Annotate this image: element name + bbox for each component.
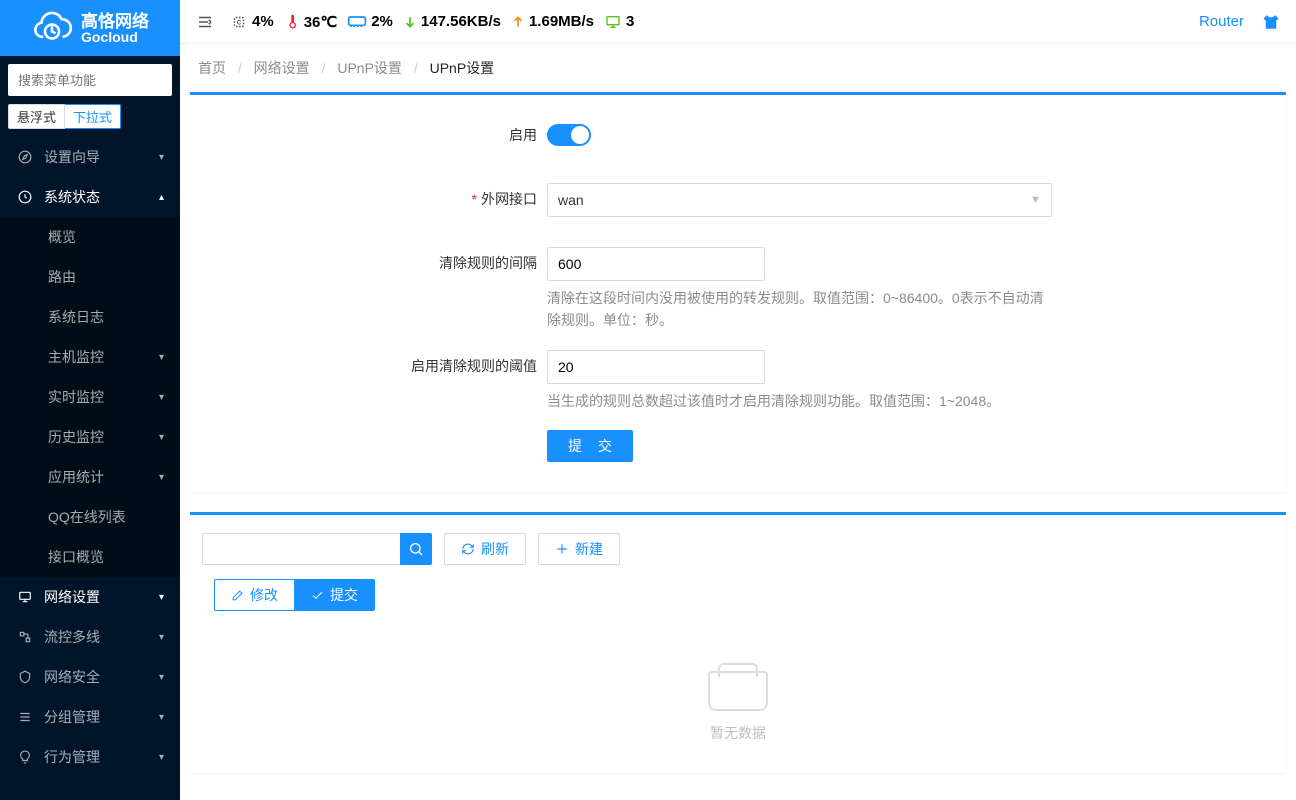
menu-network-settings[interactable]: 网络设置 ▾: [0, 577, 180, 617]
menu-host-monitor[interactable]: 主机监控▾: [0, 337, 180, 377]
threshold-input-wrap: [547, 350, 765, 384]
threshold-help: 当生成的规则总数超过该值时才启用清除规则功能。取值范围：1~2048。: [547, 390, 1057, 412]
router-link[interactable]: Router: [1199, 13, 1244, 30]
header-stats: C 4% 36℃ 2% 147.56KB/s 1.69MB/s: [230, 13, 634, 31]
mode-float[interactable]: 悬浮式: [8, 104, 65, 129]
new-button[interactable]: 新建: [538, 533, 620, 565]
sidebar-toggle[interactable]: [196, 13, 214, 31]
menu-overview[interactable]: 概览: [0, 217, 180, 257]
chevron-down-icon: ▾: [159, 392, 164, 403]
menu-app-stats[interactable]: 应用统计▾: [0, 457, 180, 497]
main: C 4% 36℃ 2% 147.56KB/s 1.69MB/s: [180, 0, 1296, 800]
edit-button[interactable]: 修改: [214, 579, 294, 611]
rules-search-input[interactable]: [202, 533, 400, 565]
rules-search-button[interactable]: [400, 533, 432, 565]
rules-card: 刷新 新建 修改 提交: [190, 512, 1286, 773]
menu-flow-control[interactable]: 流控多线 ▾: [0, 617, 180, 657]
menu-qq-online[interactable]: QQ在线列表: [0, 497, 180, 537]
wan-label: 外网接口: [481, 191, 537, 207]
cpu-icon: C: [230, 13, 248, 31]
chevron-down-icon: ▾: [159, 672, 164, 683]
dashboard-icon: [16, 190, 34, 204]
crumb-upnp[interactable]: UPnP设置: [337, 60, 402, 76]
threshold-input[interactable]: [558, 359, 754, 375]
arrow-up-icon: [511, 14, 525, 30]
menu-search-input[interactable]: [8, 64, 180, 96]
chevron-down-icon: ▾: [159, 472, 164, 483]
chevron-down-icon: ▾: [159, 152, 164, 163]
interval-label: 清除规则的间隔: [202, 247, 547, 273]
chevron-down-icon: ▼: [1030, 194, 1041, 206]
compass-icon: [16, 150, 34, 164]
menu-behavior-management[interactable]: 行为管理 ▾: [0, 737, 180, 777]
enable-switch[interactable]: [547, 124, 591, 146]
chevron-down-icon: ▾: [159, 752, 164, 763]
chevron-down-icon: ▾: [159, 592, 164, 603]
chevron-up-icon: ▴: [159, 192, 164, 203]
stat-hosts: 3: [604, 13, 634, 30]
logo-icon: [31, 7, 73, 49]
menu-search[interactable]: [8, 64, 172, 96]
mode-dropdown[interactable]: 下拉式: [65, 104, 121, 129]
menu-syslog[interactable]: 系统日志: [0, 297, 180, 337]
interval-input-wrap: [547, 247, 765, 281]
enable-label: 启用: [202, 119, 547, 145]
menu-route[interactable]: 路由: [0, 257, 180, 297]
svg-text:C: C: [237, 20, 242, 26]
logo-en: Gocloud: [81, 30, 149, 44]
main-menu: 设置向导 ▾ 系统状态 ▴ 概览 路由 系统日志 主机监控▾ 实时监控▾ 历史监…: [0, 137, 180, 800]
thermometer-icon: [284, 13, 300, 31]
logo-cn: 高恪网络: [81, 13, 149, 30]
crumb-current: UPnP设置: [430, 60, 495, 76]
plus-icon: [555, 542, 569, 556]
menu-realtime-monitor[interactable]: 实时监控▾: [0, 377, 180, 417]
flow-icon: [16, 630, 34, 644]
menu-group-management[interactable]: 分组管理 ▾: [0, 697, 180, 737]
memory-icon: [347, 14, 367, 30]
empty-text: 暂无数据: [202, 723, 1274, 743]
stat-temp: 36℃: [284, 13, 338, 31]
stat-cpu: C 4%: [230, 13, 274, 31]
mode-tabs: 悬浮式 下拉式: [0, 104, 180, 137]
breadcrumb: 首页 / 网络设置 / UPnP设置 / UPnP设置: [180, 44, 1296, 92]
chevron-down-icon: ▾: [159, 632, 164, 643]
empty-state: 暂无数据: [202, 611, 1274, 763]
stat-mem: 2%: [347, 13, 393, 30]
monitor-icon: [604, 14, 622, 30]
chevron-down-icon: ▾: [159, 712, 164, 723]
desktop-icon: [16, 590, 34, 604]
stat-download: 147.56KB/s: [403, 13, 501, 30]
crumb-home[interactable]: 首页: [198, 60, 226, 76]
logo[interactable]: 高恪网络 Gocloud: [0, 0, 180, 56]
theme-icon[interactable]: [1262, 13, 1280, 31]
header: C 4% 36℃ 2% 147.56KB/s 1.69MB/s: [180, 0, 1296, 44]
menu-network-security[interactable]: 网络安全 ▾: [0, 657, 180, 697]
menu-history-monitor[interactable]: 历史监控▾: [0, 417, 180, 457]
menu-system-status[interactable]: 系统状态 ▴: [0, 177, 180, 217]
shield-icon: [16, 670, 34, 684]
interval-input[interactable]: [558, 256, 754, 272]
empty-box-icon: [708, 671, 768, 711]
refresh-button[interactable]: 刷新: [444, 533, 526, 565]
arrow-down-icon: [403, 14, 417, 30]
submit-button[interactable]: 提 交: [547, 430, 633, 462]
chevron-down-icon: ▾: [159, 352, 164, 363]
bulb-icon: [16, 750, 34, 764]
chevron-down-icon: ▾: [159, 432, 164, 443]
wan-select[interactable]: wan ▼: [547, 183, 1052, 217]
edit-icon: [231, 589, 244, 602]
refresh-icon: [461, 542, 475, 556]
menu-if-overview[interactable]: 接口概览: [0, 537, 180, 577]
check-icon: [311, 589, 324, 602]
interval-help: 清除在这段时间内没用被使用的转发规则。取值范围：0~86400。0表示不自动清除…: [547, 287, 1057, 332]
crumb-net[interactable]: 网络设置: [254, 60, 310, 76]
upnp-settings-card: 启用 *外网接口 wan ▼: [190, 92, 1286, 492]
menu-setup-wizard[interactable]: 设置向导 ▾: [0, 137, 180, 177]
threshold-label: 启用清除规则的阈值: [202, 350, 547, 376]
rules-toolbar: 刷新 新建: [202, 533, 1274, 565]
submit-rules-button[interactable]: 提交: [294, 579, 375, 611]
stat-upload: 1.69MB/s: [511, 13, 594, 30]
sidebar: 高恪网络 Gocloud 悬浮式 下拉式 设置向导 ▾: [0, 0, 180, 800]
list-icon: [16, 710, 34, 724]
